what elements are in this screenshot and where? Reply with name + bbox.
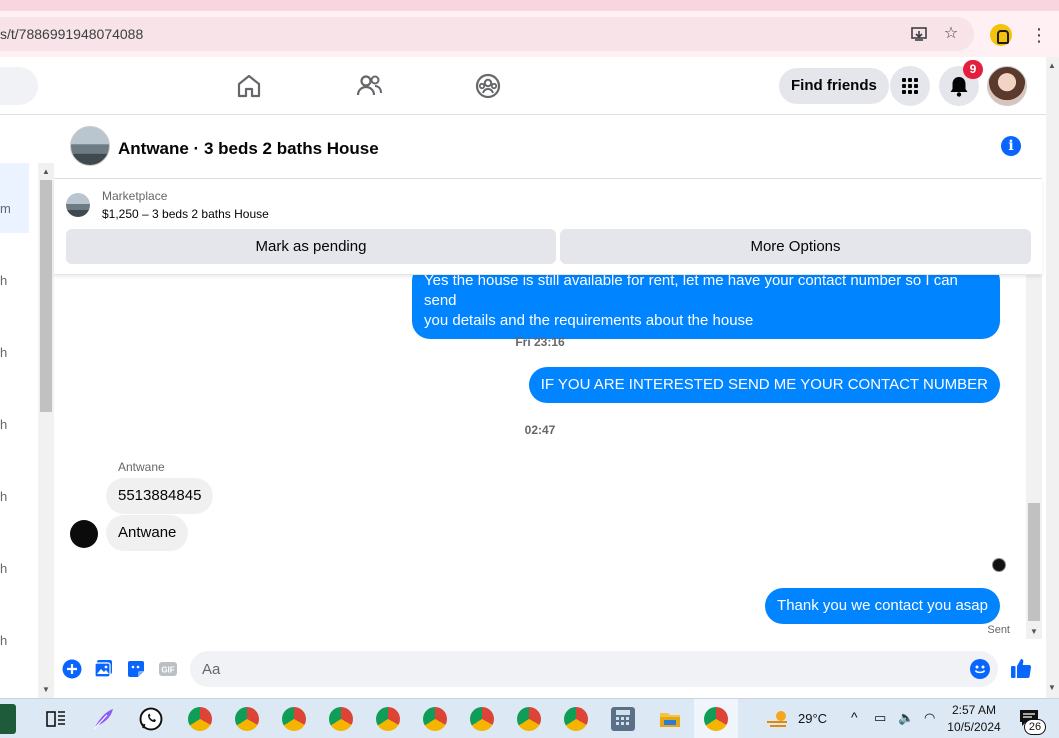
clock-date[interactable]: 10/5/2024 [944,720,1004,734]
gif-icon[interactable]: GIF [158,659,178,679]
extension-lock-icon[interactable] [990,24,1012,46]
install-app-icon[interactable] [910,25,928,43]
more-menu-icon[interactable]: ⋮ [1030,24,1048,46]
outgoing-message[interactable]: Thank you we contact you asap [765,588,1000,624]
emoji-icon[interactable] [970,659,990,679]
chevron-up-icon[interactable]: ^ [851,709,858,725]
message-input[interactable] [190,651,998,687]
clock-time[interactable]: 2:57 AM [944,703,1004,717]
chrome-icon[interactable] [517,707,541,731]
windows-taskbar: 29°C ^ ▭ 🔈 ◠ 2:57 AM 10/5/2024 26 [0,698,1059,738]
groups-icon[interactable] [473,71,503,101]
delivery-status: Sent [987,624,1010,636]
notification-count-badge: 9 [963,60,983,79]
chrome-icon[interactable] [188,707,212,731]
notification-center-count: 26 [1024,719,1046,735]
gif-label: GIF [161,666,174,675]
url-text: s/t/7886991948074088 [0,26,144,42]
chat-list: m h h h h h h [0,115,38,698]
add-circle-icon[interactable] [62,659,82,679]
search-input[interactable] [0,67,38,105]
scrollbar-thumb[interactable] [40,180,52,412]
wifi-icon[interactable]: ◠ [924,710,935,726]
message-timestamp: Fri 23:16 [515,335,565,349]
home-icon[interactable] [234,71,264,101]
browser-toolbar: s/t/7886991948074088 ☆ ⋮ [0,11,1059,57]
mark-as-pending-button[interactable]: Mark as pending [66,229,556,264]
chat-list-item-fragment[interactable]: m [0,201,11,216]
weather-temperature[interactable]: 29°C [798,711,827,726]
scrollbar-thumb[interactable] [1028,503,1040,621]
bookmark-star-icon[interactable]: ☆ [942,25,960,43]
sticker-icon[interactable] [126,659,146,679]
message-text: you details and the requirements about t… [424,312,754,329]
marketplace-label: Marketplace [102,189,168,203]
chat-list-item-fragment[interactable]: h [0,417,7,432]
chrome-icon[interactable] [470,707,494,731]
pinned-app-icon[interactable] [0,704,16,734]
chat-list-item-fragment[interactable]: h [0,561,7,576]
outgoing-message[interactable]: Yes the house is still available for ren… [412,275,1000,339]
weather-icon[interactable] [765,708,791,730]
conversation-panel: Antwane · 3 beds 2 baths House i Marketp… [54,115,1042,698]
chat-list-item-fragment[interactable]: h [0,345,7,360]
message-thread: Yes the house is still available for ren… [54,275,1026,639]
chrome-icon[interactable] [376,707,400,731]
friends-icon[interactable] [354,71,384,101]
facebook-top-nav: Find friends 9 [0,57,1046,115]
calculator-icon[interactable] [611,707,635,731]
chrome-icon[interactable] [564,707,588,731]
chrome-icon[interactable] [704,707,728,731]
marketplace-banner: Marketplace $1,250 – 3 beds 2 baths Hous… [54,179,1042,275]
incoming-message[interactable]: 5513884845 [106,478,214,514]
battery-icon[interactable]: ▭ [874,710,886,726]
chrome-icon[interactable] [235,707,259,731]
chat-list-item-fragment[interactable]: h [0,489,7,504]
conversation-avatar[interactable] [70,126,110,166]
file-explorer-icon[interactable] [658,707,682,731]
feather-app-icon[interactable] [91,707,115,731]
task-view-icon[interactable] [44,707,68,731]
chat-list-scrollbar[interactable]: ▲ ▼ [38,163,54,698]
window-scrollbar[interactable]: ▲ ▼ [1046,57,1059,698]
message-composer: GIF [54,639,1042,698]
chrome-icon[interactable] [282,707,306,731]
whatsapp-icon[interactable] [139,707,163,731]
menu-grid-icon[interactable] [890,66,930,106]
chat-list-item-active[interactable] [0,163,29,233]
more-options-button[interactable]: More Options [560,229,1031,264]
photo-icon[interactable] [94,659,114,679]
chat-list-item-fragment[interactable]: h [0,633,7,648]
message-timestamp: 02:47 [524,423,556,437]
info-icon[interactable]: i [1001,136,1021,156]
message-scrollbar[interactable]: ▼ [1026,275,1042,639]
address-bar[interactable]: s/t/7886991948074088 ☆ [0,17,974,51]
volume-icon[interactable]: 🔈 [898,710,914,726]
outgoing-message[interactable]: IF YOU ARE INTERESTED SEND ME YOUR CONTA… [528,367,1000,403]
chat-list-item-fragment[interactable]: h [0,273,7,288]
find-friends-button[interactable]: Find friends [779,68,889,104]
message-text: Yes the house is still available for ren… [424,275,958,309]
chrome-icon[interactable] [329,707,353,731]
profile-avatar[interactable] [987,66,1027,106]
chrome-icon[interactable] [423,707,447,731]
sender-avatar[interactable] [70,520,98,548]
conversation-title[interactable]: Antwane · 3 beds 2 baths House [118,139,379,159]
read-receipt-avatar [992,558,1006,572]
incoming-message[interactable]: Antwane [106,515,189,551]
listing-thumbnail[interactable] [66,193,90,217]
conversation-header: Antwane · 3 beds 2 baths House i [54,115,1042,179]
like-thumb-icon[interactable] [1010,657,1032,679]
sender-name: Antwane [118,460,165,474]
browser-tab-strip [0,0,1059,11]
listing-title[interactable]: $1,250 – 3 beds 2 baths House [102,207,269,221]
